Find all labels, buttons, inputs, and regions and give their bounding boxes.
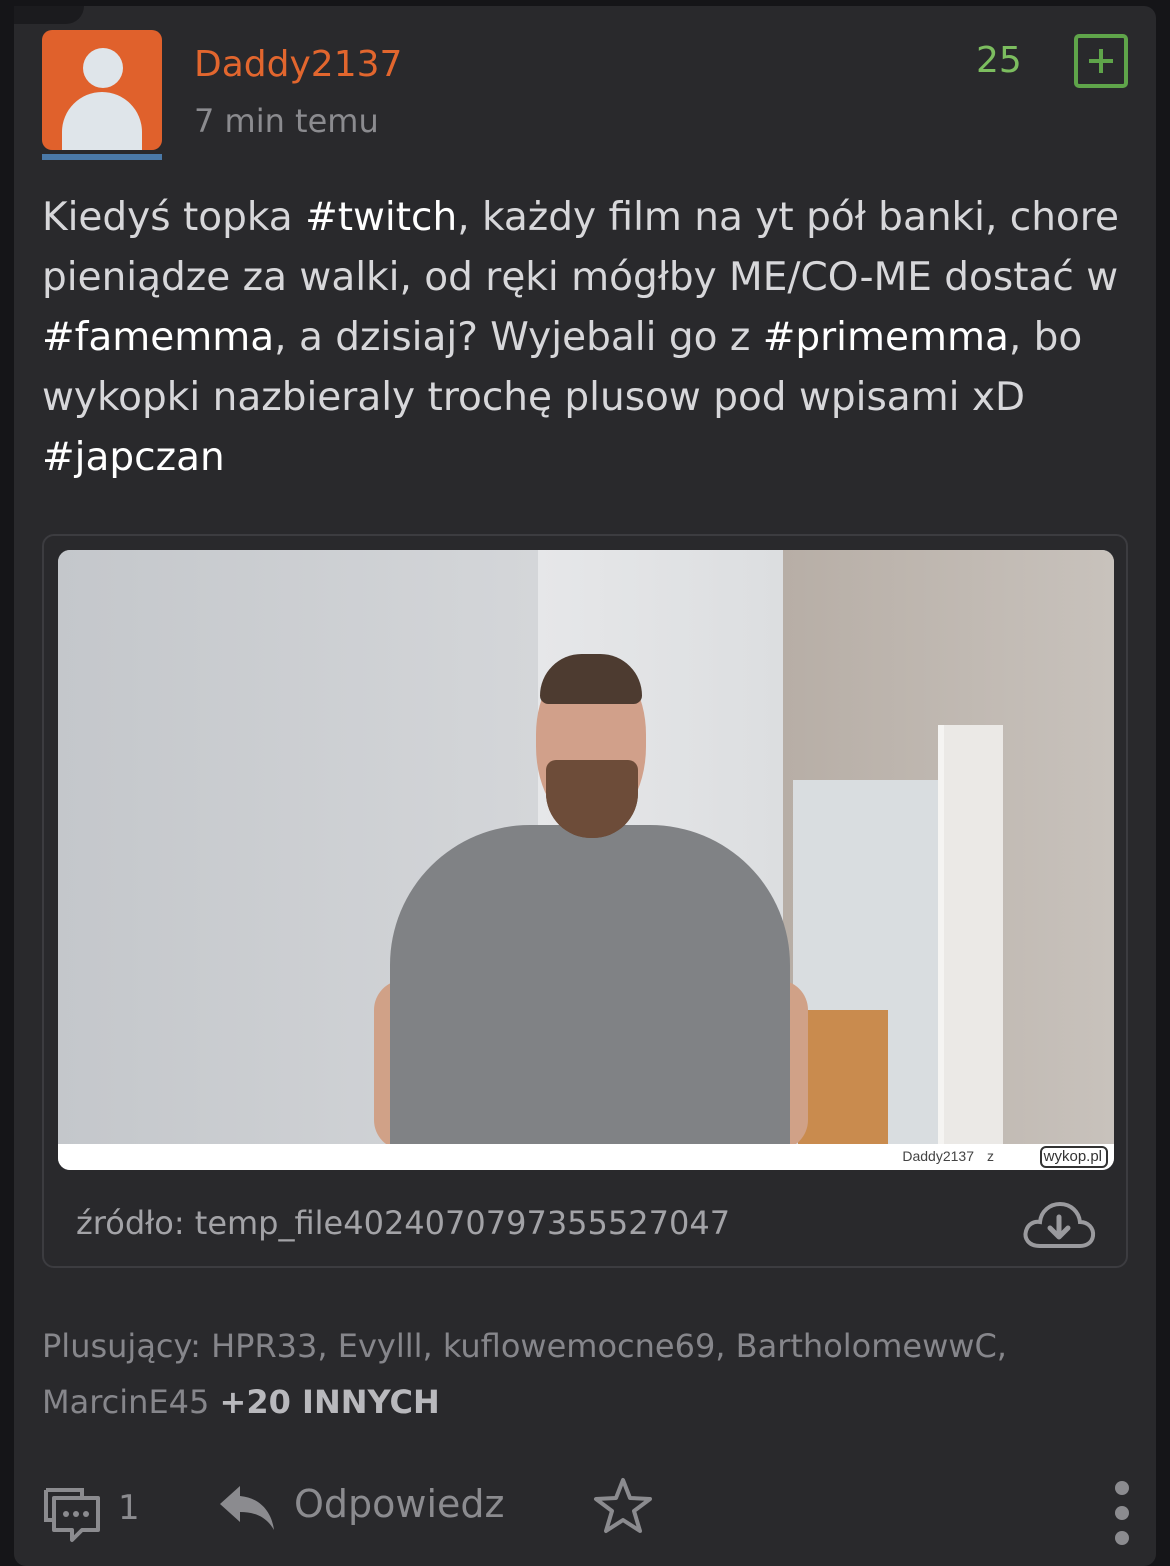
- media-embed: Daddy2137 z wykop.pl źródło: temp_file40…: [42, 534, 1128, 1268]
- reply-button[interactable]: Odpowiedz: [294, 1482, 504, 1526]
- star-icon[interactable]: [592, 1476, 654, 1536]
- watermark-logo: wykop.pl: [1039, 1146, 1108, 1168]
- tag-primemma[interactable]: #primemma: [763, 315, 1009, 360]
- vote-count: 25: [976, 40, 1022, 81]
- photo-door: [938, 725, 1003, 1144]
- post-text-part: , a dzisiaj? Wyjebali go z: [274, 315, 763, 360]
- tag-famemma[interactable]: #famemma: [42, 315, 274, 360]
- watermark-z: z: [987, 1148, 994, 1164]
- avatar-head: [83, 48, 123, 88]
- comments-count[interactable]: 1: [118, 1488, 140, 1528]
- plusers-more[interactable]: +20 INNYCH: [220, 1383, 440, 1421]
- reply-icon[interactable]: [216, 1482, 276, 1532]
- plusers-list[interactable]: Plusujący: HPR33, Evylll, kuflowemocne69…: [42, 1318, 1142, 1430]
- photo-person-shirt: [390, 825, 790, 1155]
- comments-icon[interactable]: [42, 1480, 102, 1544]
- download-cloud-icon[interactable]: [1022, 1200, 1096, 1252]
- avatar-body: [62, 92, 142, 150]
- post-text-part: Kiedyś topka: [42, 195, 306, 240]
- more-vertical-icon[interactable]: [1108, 1478, 1136, 1548]
- action-bar: 1 Odpowiedz: [0, 1470, 1170, 1550]
- post-body: Kiedyś topka #twitch, każdy film na yt p…: [42, 188, 1142, 488]
- post-time[interactable]: 7 min temu: [194, 102, 379, 140]
- watermark-user: Daddy2137: [902, 1148, 974, 1164]
- photo-watermark-bar: Daddy2137 z wykop.pl: [58, 1144, 1114, 1170]
- tag-japczan[interactable]: #japczan: [42, 435, 225, 480]
- source-link[interactable]: źródło: temp_file4024070797355527047: [76, 1204, 730, 1242]
- avatar[interactable]: [42, 30, 162, 150]
- tag-twitch[interactable]: #twitch: [305, 195, 457, 240]
- author-name[interactable]: Daddy2137: [194, 44, 402, 85]
- photo-cabinet: [798, 1010, 888, 1144]
- card-corner: [14, 6, 84, 24]
- plusers-label: Plusujący: HPR33, Evylll, kuflowemocne69…: [42, 1327, 1007, 1421]
- plus-button[interactable]: [1074, 34, 1128, 88]
- avatar-gender-bar: [42, 154, 162, 160]
- embedded-photo[interactable]: Daddy2137 z wykop.pl: [58, 550, 1114, 1170]
